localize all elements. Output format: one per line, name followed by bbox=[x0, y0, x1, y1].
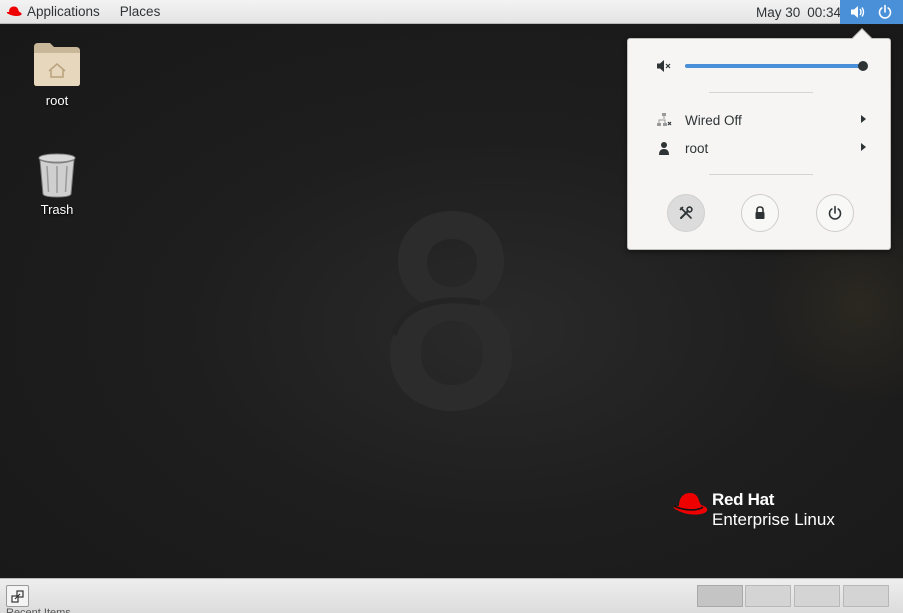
power-icon bbox=[828, 205, 842, 220]
brand-line1: Red Hat bbox=[712, 490, 775, 509]
rhel8-wallpaper-logo bbox=[390, 211, 512, 411]
redhat-brand: Red Hat Enterprise Linux bbox=[672, 490, 835, 530]
redhat-hat-icon bbox=[673, 493, 708, 515]
network-row[interactable]: Wired Off bbox=[656, 110, 866, 130]
settings-button[interactable] bbox=[667, 194, 705, 232]
user-label: root bbox=[685, 140, 709, 156]
applications-label: Applications bbox=[27, 4, 100, 19]
lock-icon bbox=[755, 206, 765, 219]
clock-date: May 30 bbox=[756, 4, 801, 20]
desktop-icon-label: Trash bbox=[40, 202, 74, 217]
show-desktop-icon bbox=[11, 589, 24, 603]
redhat-logo-icon bbox=[6, 6, 22, 16]
user-row[interactable]: root bbox=[656, 138, 866, 158]
workspace-3[interactable] bbox=[794, 585, 840, 607]
desktop-icon-trash[interactable]: Trash bbox=[17, 152, 97, 217]
power-icon bbox=[878, 4, 892, 19]
clock[interactable]: May 30 00:34 bbox=[756, 0, 848, 24]
desktop-icon-root[interactable]: root bbox=[17, 39, 97, 108]
separator bbox=[709, 92, 813, 93]
places-label: Places bbox=[119, 4, 161, 19]
brand-line2: Enterprise Linux bbox=[712, 510, 835, 529]
top-panel: Applications Places May 30 00:34 bbox=[0, 0, 903, 24]
home-folder-icon bbox=[34, 43, 80, 86]
wired-network-icon bbox=[657, 113, 672, 126]
volume-slider-handle[interactable] bbox=[858, 61, 868, 71]
clock-time: 00:34 bbox=[807, 4, 842, 20]
system-menu-button[interactable] bbox=[840, 0, 903, 24]
workspace-2[interactable] bbox=[745, 585, 791, 607]
workspace-1[interactable] bbox=[697, 585, 743, 607]
volume-slider[interactable] bbox=[685, 61, 868, 71]
user-icon bbox=[659, 142, 669, 155]
truncated-label: Recent Items bbox=[6, 608, 71, 613]
desktop-icon-label: root bbox=[45, 93, 69, 108]
workspace-4[interactable] bbox=[843, 585, 889, 607]
bottom-panel bbox=[0, 578, 903, 613]
lock-button[interactable] bbox=[741, 194, 779, 232]
volume-slider-fill bbox=[685, 64, 863, 68]
network-label: Wired Off bbox=[685, 112, 742, 128]
show-desktop-button[interactable] bbox=[6, 585, 29, 607]
separator bbox=[709, 174, 813, 175]
places-menu[interactable]: Places bbox=[110, 0, 171, 23]
settings-icon bbox=[679, 206, 693, 219]
volume-row bbox=[656, 58, 876, 74]
applications-menu[interactable]: Applications bbox=[0, 0, 110, 23]
trash-icon bbox=[38, 153, 76, 198]
chevron-right-icon bbox=[861, 143, 866, 151]
volume-icon bbox=[850, 6, 864, 18]
power-off-button[interactable] bbox=[816, 194, 854, 232]
volume-muted-icon[interactable] bbox=[656, 58, 672, 74]
system-menu-popup: Wired Off root bbox=[627, 28, 891, 250]
chevron-right-icon bbox=[861, 115, 866, 123]
